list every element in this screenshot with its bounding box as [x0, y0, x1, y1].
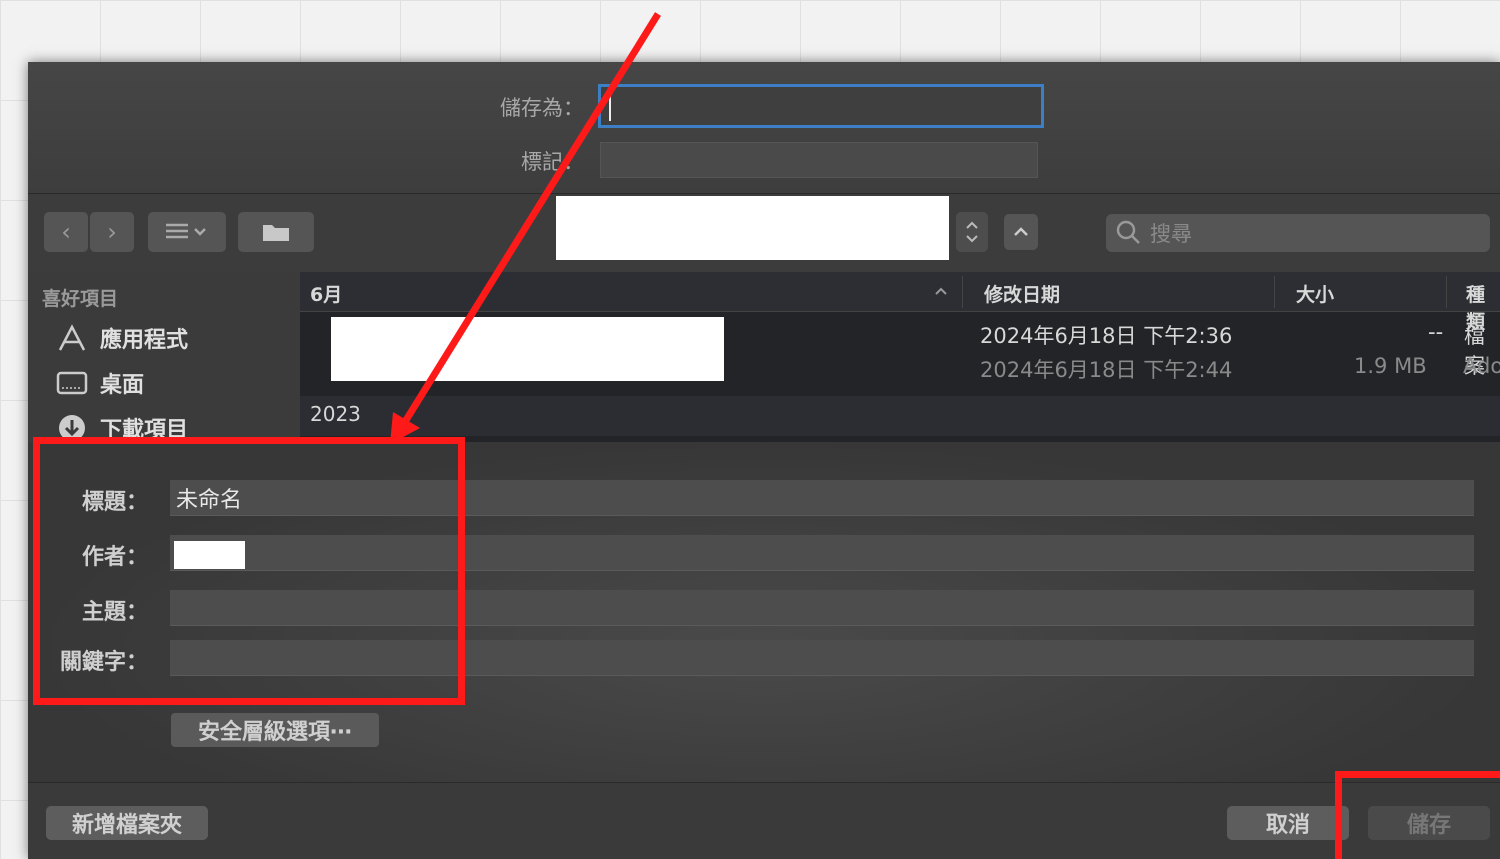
annotation-arrow: [390, 12, 661, 444]
